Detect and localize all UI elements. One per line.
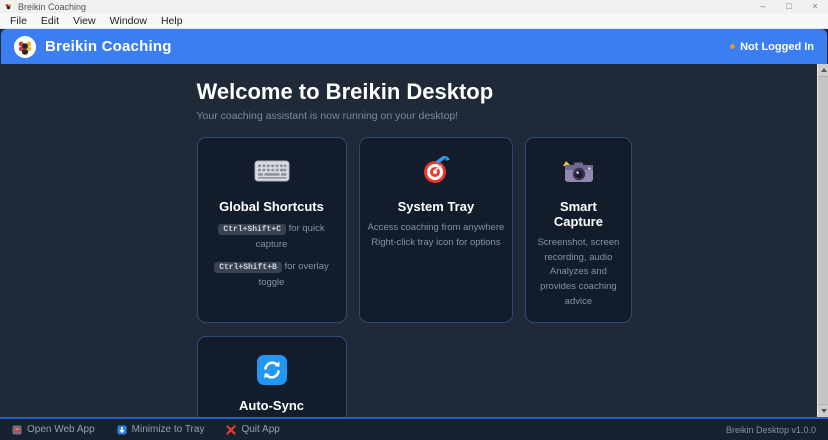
app-header: Breikin Coaching Not Logged In <box>1 29 827 64</box>
target-icon <box>421 156 451 186</box>
window-title: Breikin Coaching <box>18 2 86 12</box>
status-dot-icon <box>730 44 735 49</box>
quit-app-label: Quit App <box>241 424 279 435</box>
camera-icon <box>561 157 595 185</box>
minimize-tray-icon <box>117 425 127 435</box>
kbd-chip: Ctrl+Shift+C <box>218 224 286 235</box>
page-subtitle: Your coaching assistant is now running o… <box>197 110 632 122</box>
scrollbar-thumb[interactable] <box>818 76 828 405</box>
card-title: System Tray <box>368 199 505 214</box>
footer-bar: Open Web App Minimize to Tray Quit App B… <box>0 417 828 440</box>
web-app-icon <box>12 425 22 435</box>
card-line: Analyzes and provides coaching advice <box>534 265 622 309</box>
menu-file[interactable]: File <box>3 13 34 29</box>
shortcut-quick-capture: Ctrl+Shift+C for quick capture <box>206 221 338 252</box>
close-window-button[interactable]: × <box>802 0 828 13</box>
minimize-window-button[interactable]: – <box>750 0 776 13</box>
minimize-to-tray-label: Minimize to Tray <box>132 424 205 435</box>
scrollbar-up-icon <box>821 68 827 72</box>
card-auto-sync: Auto-Sync Syncs with mobile app instantl… <box>197 336 347 417</box>
card-system-tray: System Tray Access coaching from anywher… <box>359 137 514 323</box>
card-title: Global Shortcuts <box>206 199 338 214</box>
menu-window[interactable]: Window <box>103 13 154 29</box>
keyboard-icon <box>254 159 290 183</box>
brand-logo <box>14 36 36 58</box>
menu-edit[interactable]: Edit <box>34 13 66 29</box>
title-bar: Breikin Coaching – □ × <box>0 0 828 13</box>
card-line: Right-click tray icon for options <box>368 236 505 251</box>
open-web-app-label: Open Web App <box>27 424 95 435</box>
kbd-chip: Ctrl+Shift+B <box>214 262 282 273</box>
menu-view[interactable]: View <box>66 13 103 29</box>
scrollbar-down-button[interactable] <box>818 405 828 417</box>
vertical-scrollbar[interactable] <box>817 64 828 417</box>
login-status-label: Not Logged In <box>740 41 814 53</box>
menu-bar: File Edit View Window Help <box>0 13 828 29</box>
card-title: Smart Capture <box>534 199 622 229</box>
open-web-app-button[interactable]: Open Web App <box>12 424 95 435</box>
card-global-shortcuts: Global Shortcuts Ctrl+Shift+C for quick … <box>197 137 347 323</box>
menu-help[interactable]: Help <box>154 13 190 29</box>
people-logo-icon <box>14 36 36 58</box>
minimize-to-tray-button[interactable]: Minimize to Tray <box>117 424 205 435</box>
scrollbar-down-icon <box>821 409 827 413</box>
card-title: Auto-Sync <box>206 398 338 413</box>
card-smart-capture: Smart Capture Screenshot, screen recordi… <box>525 137 631 323</box>
app-version: Breikin Desktop v1.0.0 <box>726 425 816 435</box>
scrollbar-up-button[interactable] <box>818 64 828 76</box>
page-title: Welcome to Breikin Desktop <box>197 79 632 105</box>
quit-icon <box>226 425 236 435</box>
card-line: Screenshot, screen recording, audio <box>534 236 622 265</box>
login-status[interactable]: Not Logged In <box>730 41 814 53</box>
shortcut-overlay-toggle: Ctrl+Shift+B for overlay toggle <box>206 259 338 290</box>
card-line: Access coaching from anywhere <box>368 221 505 236</box>
main-content: Welcome to Breikin Desktop Your coaching… <box>0 64 828 417</box>
quit-app-button[interactable]: Quit App <box>226 424 279 435</box>
maximize-window-button[interactable]: □ <box>776 0 802 13</box>
app-window-icon <box>4 2 13 11</box>
feature-cards: Global Shortcuts Ctrl+Shift+C for quick … <box>197 137 632 417</box>
app-name: Breikin Coaching <box>45 38 172 55</box>
sync-icon <box>257 355 287 385</box>
